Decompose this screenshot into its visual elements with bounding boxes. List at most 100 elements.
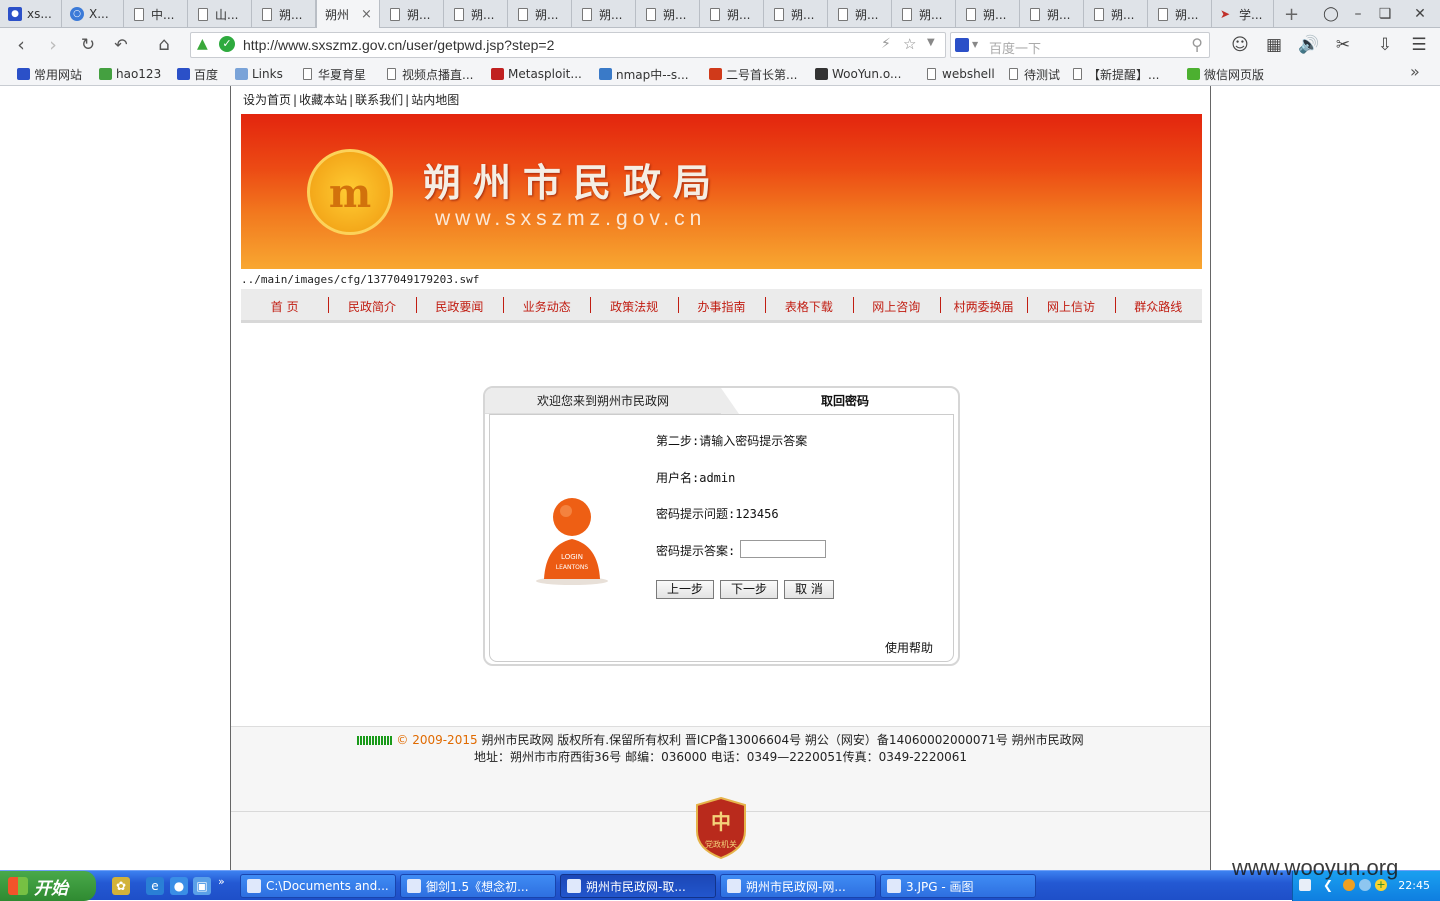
nav-item[interactable]: 业务动态: [503, 298, 590, 315]
search-box[interactable]: ▼ 百度一下 ⚲: [950, 32, 1210, 58]
nav-item[interactable]: 网上信访: [1027, 298, 1114, 315]
menu-icon[interactable]: ☰: [1407, 33, 1431, 57]
answer-input[interactable]: [740, 540, 826, 558]
browser-tab[interactable]: 朔...: [892, 0, 956, 28]
taskbar-window-button[interactable]: 朔州市民政网-取...: [560, 874, 716, 898]
web-page: 设为首页 | 收藏本站 | 联系我们 | 站内地图 m 朔州市民政局 www.sxszmz.…: [230, 86, 1211, 870]
desktop-quick-icon[interactable]: ▣: [193, 877, 211, 895]
chat-icon[interactable]: ☺: [1228, 33, 1252, 57]
forward-button[interactable]: ›: [40, 33, 66, 57]
browser-quick-icon[interactable]: ●: [170, 877, 188, 895]
browser-tab[interactable]: 朔...: [508, 0, 572, 28]
minimize-button[interactable]: –: [1347, 4, 1369, 24]
taskbar-window-button[interactable]: 朔州市民政网-网...: [720, 874, 876, 898]
tab-retrieve-password[interactable]: 取回密码: [745, 388, 945, 414]
search-icon[interactable]: ⚲: [1191, 35, 1203, 54]
close-tab-icon[interactable]: ×: [361, 7, 375, 22]
browser-tab[interactable]: 中...: [124, 0, 188, 28]
nav-item[interactable]: 民政要闻: [416, 298, 503, 315]
browser-tab[interactable]: 朔...: [700, 0, 764, 28]
browser-tab[interactable]: 朔...: [828, 0, 892, 28]
taskbar-window-button[interactable]: 御剑1.5《想念初...: [400, 874, 556, 898]
help-link[interactable]: 使用帮助: [885, 639, 933, 656]
nav-item[interactable]: 民政简介: [328, 298, 415, 315]
quicklaunch-app-icon[interactable]: ✿: [112, 877, 130, 895]
bookmark-item[interactable]: 视频点播直...: [384, 65, 473, 83]
undo-close-button[interactable]: ↶: [108, 33, 134, 57]
bookmark-site-link[interactable]: 收藏本站: [299, 93, 347, 107]
globe-icon: ○: [70, 7, 84, 21]
close-window-button[interactable]: ✕: [1409, 4, 1431, 24]
bookmark-item[interactable]: 华夏育星: [300, 65, 366, 83]
reload-button[interactable]: ↻: [75, 33, 101, 57]
set-homepage-link[interactable]: 设为首页: [243, 93, 291, 107]
windows-taskbar: 开始 ✿ e ● ▣ » C:\Documents and... 御剑1.5《想念…: [0, 870, 1440, 901]
star-icon[interactable]: ☆: [903, 35, 916, 53]
bookmark-item[interactable]: 常用网站: [16, 65, 82, 83]
page-icon: [516, 7, 530, 21]
bookmark-overflow-icon[interactable]: »: [1410, 62, 1420, 81]
restore-button[interactable]: ❏: [1374, 4, 1396, 24]
bookmark-item[interactable]: 【新提醒】...: [1070, 65, 1159, 83]
browser-tab[interactable]: 朔...: [1020, 0, 1084, 28]
browser-tab[interactable]: 朔州 ×: [316, 0, 380, 28]
bookmark-item[interactable]: 微信网页版: [1186, 65, 1264, 83]
bookmark-item[interactable]: Metasploit...: [490, 65, 582, 83]
browser-tab[interactable]: 朔...: [764, 0, 828, 28]
browser-tab[interactable]: 山...: [188, 0, 252, 28]
browser-tab[interactable]: 朔...: [1084, 0, 1148, 28]
browser-tab[interactable]: ➤ 学...: [1212, 0, 1274, 28]
chevron-down-icon[interactable]: ▼: [927, 37, 935, 48]
party-government-badge-icon[interactable]: 中 党政机关: [695, 797, 747, 859]
bookmark-item[interactable]: nmap中--s...: [598, 65, 689, 83]
download-icon[interactable]: ⇩: [1373, 33, 1397, 57]
bookmark-item[interactable]: Links: [234, 65, 283, 83]
browser-tab[interactable]: 朔...: [380, 0, 444, 28]
bookmark-item[interactable]: hao123: [98, 65, 161, 83]
browser-tab[interactable]: ● xs...: [0, 0, 62, 28]
address-bar[interactable]: ▲ ✓ http://www.sxszmz.gov.cn/user/getpwd…: [190, 32, 946, 58]
browser-tab[interactable]: ○ X...: [62, 0, 124, 28]
browser-tab-label: 朔...: [791, 7, 815, 22]
apps-icon[interactable]: ▦: [1262, 33, 1286, 57]
browser-tab[interactable]: 朔...: [1148, 0, 1212, 28]
new-tab-button[interactable]: +: [1276, 0, 1302, 28]
browser-tab[interactable]: 朔...: [572, 0, 636, 28]
nav-item[interactable]: 政策法规: [590, 298, 677, 315]
quicklaunch-more-icon[interactable]: »: [218, 875, 225, 888]
lightning-icon[interactable]: ⚡: [881, 36, 891, 52]
scissors-icon[interactable]: ✂: [1331, 33, 1355, 57]
nav-item[interactable]: 网上咨询: [853, 298, 940, 315]
nav-item[interactable]: 首 页: [241, 298, 328, 315]
home-button[interactable]: ⌂: [151, 33, 177, 57]
nav-item[interactable]: 表格下载: [765, 298, 852, 315]
ie-icon[interactable]: e: [146, 877, 164, 895]
nav-item[interactable]: 办事指南: [678, 298, 765, 315]
copyright-years: 2009-2015: [412, 733, 478, 747]
contact-us-link[interactable]: 联系我们: [355, 93, 403, 107]
skin-icon[interactable]: ◯: [1320, 4, 1342, 24]
speaker-icon[interactable]: 🔊: [1297, 33, 1321, 57]
bookmark-item[interactable]: 二号首长第...: [708, 65, 797, 83]
bookmark-item[interactable]: WooYun.o...: [814, 65, 901, 83]
nav-item[interactable]: 群众路线: [1115, 298, 1202, 315]
nav-item[interactable]: 村两委换届: [940, 298, 1027, 315]
bookmark-item[interactable]: webshell: [924, 65, 995, 83]
browser-tab[interactable]: 朔...: [252, 0, 316, 28]
browser-tab[interactable]: 朔...: [636, 0, 700, 28]
next-step-button[interactable]: 下一步: [720, 580, 778, 599]
bookmark-item[interactable]: 百度: [176, 65, 218, 83]
baidu-icon[interactable]: [955, 38, 969, 52]
taskbar-window-button[interactable]: C:\Documents and...: [240, 874, 396, 898]
browser-tab[interactable]: 朔...: [956, 0, 1020, 28]
sitemap-link[interactable]: 站内地图: [411, 93, 459, 107]
bookmark-item[interactable]: 待测试: [1006, 65, 1060, 83]
browser-tab[interactable]: 朔...: [444, 0, 508, 28]
taskbar-window-button[interactable]: 3.JPG - 画图: [880, 874, 1036, 898]
tab-welcome[interactable]: 欢迎您来到朔州市民政网: [485, 388, 739, 414]
cancel-button[interactable]: 取 消: [784, 580, 834, 599]
start-button[interactable]: 开始: [0, 871, 96, 901]
engine-dropdown-icon[interactable]: ▼: [972, 40, 978, 49]
prev-step-button[interactable]: 上一步: [656, 580, 714, 599]
back-button[interactable]: ‹: [8, 33, 34, 57]
